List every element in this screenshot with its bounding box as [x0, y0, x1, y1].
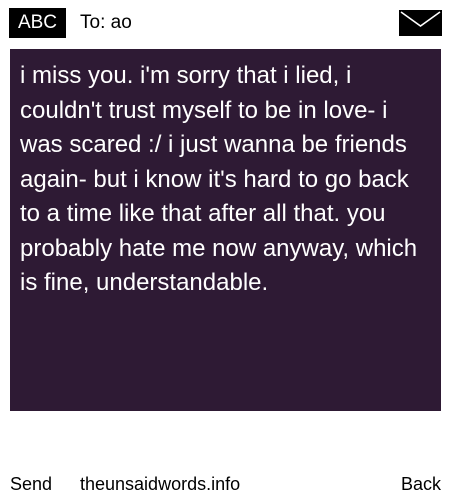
input-mode-badge[interactable]: ABC — [9, 8, 66, 38]
compose-header: ABC To: ao — [0, 0, 450, 44]
recipient-field[interactable]: To: ao — [80, 10, 132, 36]
send-button[interactable]: Send — [10, 472, 52, 496]
message-body[interactable]: i miss you. i'm sorry that i lied, i cou… — [10, 49, 441, 411]
envelope-icon — [399, 10, 442, 36]
site-link[interactable]: theunsaidwords.info — [80, 472, 240, 496]
message-text: i miss you. i'm sorry that i lied, i cou… — [20, 62, 418, 296]
back-button[interactable]: Back — [401, 472, 441, 496]
